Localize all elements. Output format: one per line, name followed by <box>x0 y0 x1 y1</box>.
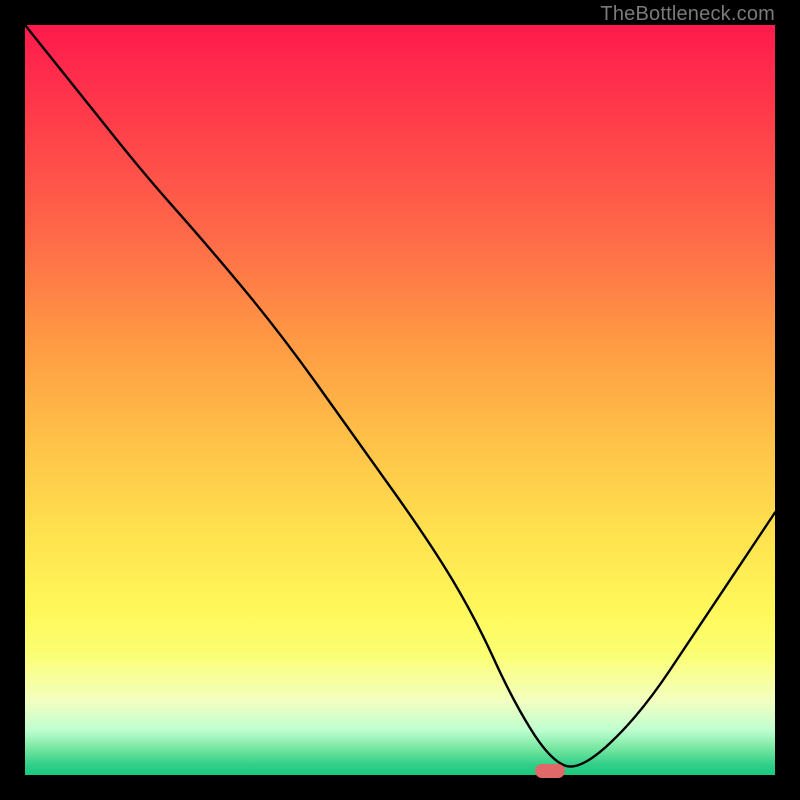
watermark-text: TheBottleneck.com <box>600 3 775 26</box>
chart-container: TheBottleneck.com <box>0 0 800 800</box>
curve-svg <box>25 25 775 775</box>
plot-area: TheBottleneck.com <box>25 25 775 775</box>
bottleneck-curve-path <box>25 25 775 767</box>
optimal-marker <box>535 764 565 778</box>
